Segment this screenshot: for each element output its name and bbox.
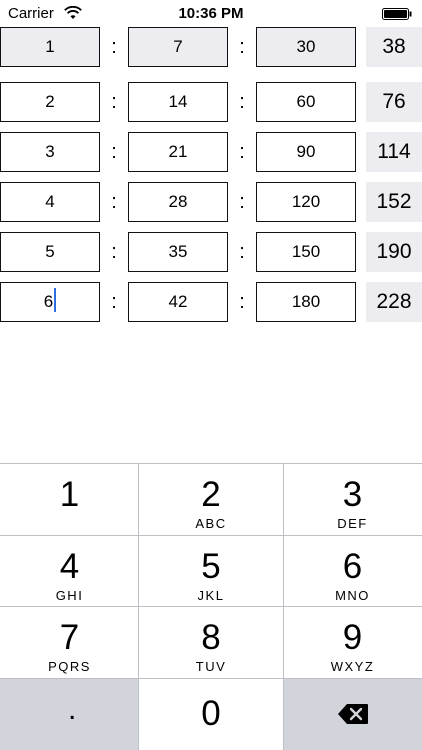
keypad-divider [0, 535, 422, 536]
ratio-c-field[interactable]: 150 [256, 232, 356, 272]
ratio-b-field[interactable]: 42 [128, 282, 228, 322]
key-digit: 5 [201, 547, 221, 586]
row-total: 190 [366, 232, 422, 272]
ratio-colon: : [111, 36, 117, 58]
status-bar: Carrier 10:36 PM [0, 0, 422, 28]
ratio-c-field[interactable]: 180 [256, 282, 356, 322]
key-4[interactable]: 4 GHI [0, 535, 139, 606]
keypad-divider [283, 463, 284, 750]
key-letters: TUV [195, 659, 227, 674]
delete-key[interactable] [283, 678, 422, 750]
row-total: 228 [366, 282, 422, 322]
ratio-colon: : [111, 191, 117, 213]
key-9[interactable]: 9 WXYZ [283, 606, 422, 678]
ratio-b-field[interactable]: 28 [128, 182, 228, 222]
ratio-b-field[interactable]: 35 [128, 232, 228, 272]
ratio-row-2: 2 : 14 : 60 76 [0, 82, 422, 122]
ratio-colon: : [111, 141, 117, 163]
ratio-a-field-focused[interactable]: 6 [0, 282, 100, 322]
keypad-divider [0, 463, 422, 464]
key-letters: JKL [197, 588, 225, 603]
key-digit: 3 [342, 475, 363, 514]
ratio-colon: : [239, 191, 245, 213]
ratio-colon: : [111, 241, 117, 263]
ratio-a-field[interactable]: 1 [0, 27, 100, 67]
row-total: 38 [366, 27, 422, 67]
key-letters: PQRS [48, 659, 91, 674]
ratio-row-1: 1 : 7 : 30 38 [0, 27, 422, 67]
ratio-c-field[interactable]: 120 [256, 182, 356, 222]
key-digit: 0 [201, 694, 221, 733]
ratio-colon: : [111, 291, 117, 313]
ratio-row-5: 5 : 35 : 150 190 [0, 232, 422, 272]
key-digit: 1 [59, 475, 80, 514]
backspace-icon [337, 704, 368, 724]
ratio-b-field[interactable]: 14 [128, 82, 228, 122]
key-digit: 8 [201, 618, 221, 657]
ratio-a-field[interactable]: 2 [0, 82, 100, 122]
ratio-c-field[interactable]: 60 [256, 82, 356, 122]
key-3[interactable]: 3 DEF [283, 463, 422, 535]
key-digit: 2 [201, 475, 221, 514]
ratio-c-field[interactable]: 30 [256, 27, 356, 67]
ratio-b-field[interactable]: 7 [128, 27, 228, 67]
ratio-row-4: 4 : 28 : 120 152 [0, 182, 422, 222]
key-1[interactable]: 1 [0, 463, 139, 535]
key-7[interactable]: 7 PQRS [0, 606, 139, 678]
key-6[interactable]: 6 MNO [283, 535, 422, 606]
ratio-a-field[interactable]: 3 [0, 132, 100, 172]
number-keypad: 1 2 ABC 3 DEF 4 GHI 5 JKL 6 MNO 7 PQRS 8… [0, 463, 422, 750]
keypad-divider [0, 678, 422, 679]
ratio-a-field[interactable]: 4 [0, 182, 100, 222]
row-total: 152 [366, 182, 422, 222]
key-0[interactable]: 0 [139, 678, 283, 750]
ratio-a-field[interactable]: 5 [0, 232, 100, 272]
key-letters: WXYZ [330, 659, 375, 674]
key-letters: ABC [195, 516, 227, 531]
ratio-colon: : [239, 291, 245, 313]
ratio-colon: : [239, 241, 245, 263]
ratio-c-field[interactable]: 90 [256, 132, 356, 172]
row-total: 76 [366, 82, 422, 122]
keypad-divider [0, 606, 422, 607]
status-time: 10:36 PM [178, 5, 244, 22]
ratio-b-field[interactable]: 21 [128, 132, 228, 172]
ratio-colon: : [239, 36, 245, 58]
keypad-divider [138, 463, 139, 750]
key-2[interactable]: 2 ABC [139, 463, 283, 535]
key-8[interactable]: 8 TUV [139, 606, 283, 678]
key-letters: DEF [337, 516, 368, 531]
battery-icon [382, 8, 412, 20]
key-digit: 9 [342, 618, 363, 657]
ratio-colon: : [239, 91, 245, 113]
ratio-colon: : [239, 141, 245, 163]
decimal-symbol: . [68, 693, 77, 726]
row-total: 114 [366, 132, 422, 172]
ratio-row-3: 3 : 21 : 90 114 [0, 132, 422, 172]
ratio-a-value: 6 [43, 292, 54, 311]
ratio-colon: : [111, 91, 117, 113]
key-digit: 6 [342, 547, 363, 586]
text-caret [54, 288, 57, 312]
key-letters: MNO [335, 588, 370, 603]
key-5[interactable]: 5 JKL [139, 535, 283, 606]
decimal-key[interactable]: . [0, 678, 139, 750]
ratio-row-6: 6 : 42 : 180 228 [0, 282, 422, 322]
key-digit: 4 [59, 547, 80, 586]
key-digit: 7 [59, 618, 80, 657]
key-letters: GHI [55, 588, 84, 603]
